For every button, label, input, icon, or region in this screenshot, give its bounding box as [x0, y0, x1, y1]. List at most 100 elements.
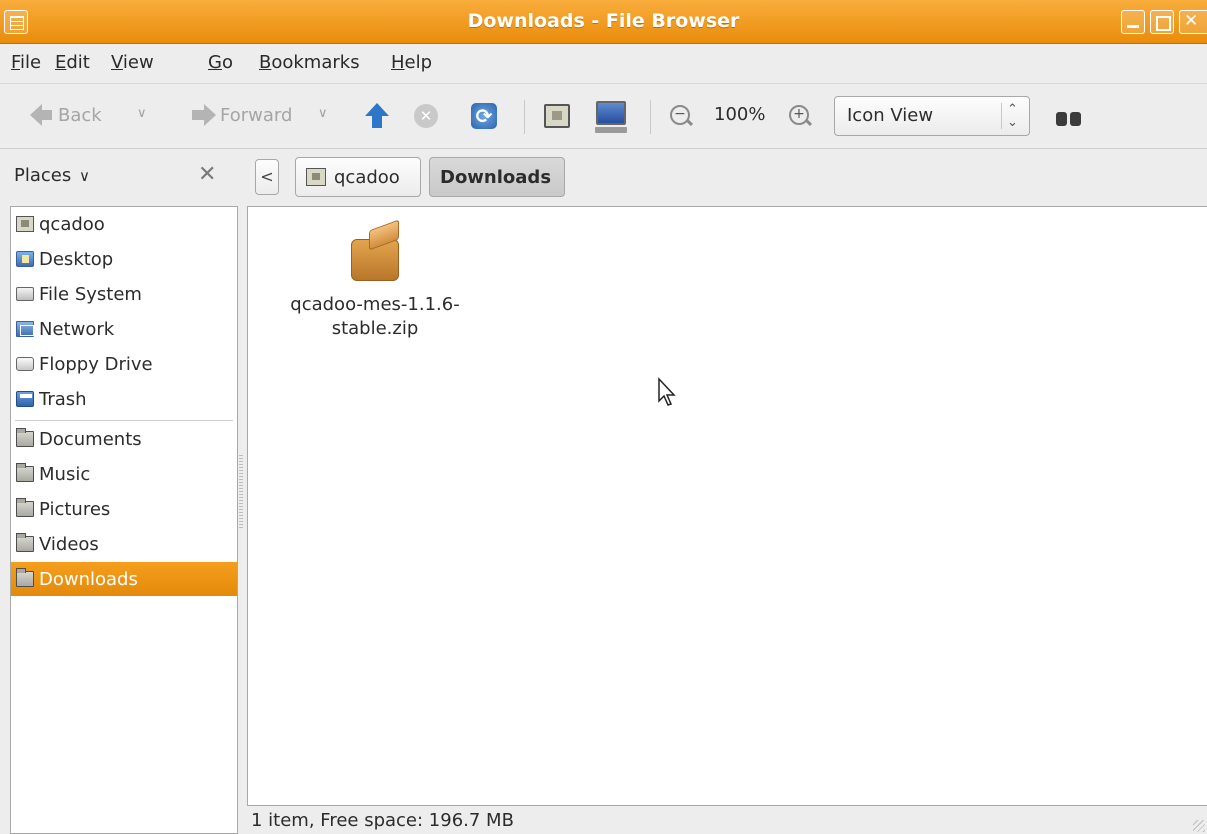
path-bar: < qcadoo Downloads	[247, 150, 1207, 206]
sidebar-item-label: Documents	[39, 428, 142, 450]
menu-file-mnemonic: F	[11, 52, 21, 73]
menu-help-rest: elp	[404, 52, 433, 73]
view-mode-label: Icon View	[847, 105, 934, 126]
back-arrow-icon	[30, 104, 52, 126]
path-segment-qcadoo[interactable]: qcadoo	[295, 157, 421, 197]
home-folder-icon	[16, 216, 34, 232]
menu-bookmarks-mnemonic: B	[259, 52, 272, 73]
title-bar[interactable]: Downloads - File Browser	[0, 0, 1207, 44]
chevron-down-icon: ∨	[78, 167, 90, 185]
file-name-line-2: stable.zip	[331, 318, 419, 339]
sidebar-item-label: Videos	[39, 533, 99, 555]
sidebar-item-trash[interactable]: Trash	[11, 382, 237, 416]
zoom-out-button[interactable]: −	[670, 105, 690, 125]
menu-bookmarks[interactable]: Bookmarks	[259, 52, 360, 73]
toolbar-separator	[524, 100, 525, 134]
menu-go[interactable]: Go	[208, 52, 233, 73]
folder-icon	[16, 428, 34, 447]
back-history-dropdown[interactable]: ∨	[137, 106, 147, 121]
maximize-icon[interactable]	[1150, 10, 1174, 34]
computer-button[interactable]	[595, 101, 627, 133]
sidebar-item-label: Pictures	[39, 498, 111, 520]
places-dropdown[interactable]: Places ∨	[14, 165, 90, 186]
menu-go-mnemonic: G	[208, 52, 222, 73]
file-view[interactable]: qcadoo-mes-1.1.6- stable.zip	[247, 206, 1207, 806]
drive-icon	[16, 287, 34, 301]
stop-icon: ✕	[414, 104, 438, 128]
sidebar-item-network[interactable]: Network	[11, 312, 237, 346]
sidebar-item-label: Floppy Drive	[39, 353, 153, 375]
floppy-icon	[16, 357, 34, 371]
menu-view-mnemonic: V	[111, 52, 123, 73]
sidebar-item-label: Downloads	[39, 568, 138, 590]
sidebar-item-label: Network	[39, 318, 115, 340]
menu-edit[interactable]: Edit	[55, 52, 90, 73]
sidebar-item-documents[interactable]: Documents	[11, 422, 237, 456]
minimize-icon[interactable]	[1121, 10, 1145, 34]
menu-file[interactable]: File	[11, 52, 41, 73]
sidebar-divider	[15, 420, 233, 421]
places-label: Places	[14, 165, 72, 186]
toolbar: Back ∨ Forward ∨ ✕ ⟳ − 100% + Icon View …	[0, 83, 1207, 149]
folder-icon	[16, 463, 34, 482]
select-arrows-icon: ⌃ ⌄	[1001, 103, 1023, 129]
network-icon	[16, 321, 34, 337]
menu-help[interactable]: Help	[391, 52, 432, 73]
back-button[interactable]: Back	[30, 104, 102, 126]
sidebar-item-label: Trash	[39, 388, 87, 410]
sidebar-item-pictures[interactable]: Pictures	[11, 492, 237, 526]
close-window-icon[interactable]	[1179, 10, 1207, 34]
menu-edit-rest: dit	[66, 52, 90, 73]
up-button[interactable]	[365, 103, 389, 129]
places-sidebar: qcadoo Desktop File System Network Flopp…	[10, 206, 238, 834]
resize-grip[interactable]	[1193, 820, 1205, 832]
zoom-in-button[interactable]: +	[789, 105, 809, 125]
stop-button[interactable]: ✕	[414, 104, 438, 128]
window-title: Downloads - File Browser	[467, 10, 740, 32]
home-button[interactable]	[544, 104, 570, 128]
path-segment-label: Downloads	[440, 166, 552, 188]
reload-button[interactable]: ⟳	[471, 103, 497, 129]
path-segment-downloads[interactable]: Downloads	[429, 157, 565, 197]
search-binoculars-icon[interactable]	[1054, 110, 1084, 128]
home-icon	[544, 104, 570, 128]
menu-help-mnemonic: H	[391, 52, 405, 73]
sidebar-item-floppy-drive[interactable]: Floppy Drive	[11, 347, 237, 381]
path-scroll-left-button[interactable]: <	[255, 159, 279, 195]
zoom-level[interactable]: 100%	[714, 104, 765, 125]
sidebar-item-qcadoo[interactable]: qcadoo	[11, 207, 237, 241]
sidebar-item-downloads[interactable]: Downloads	[11, 562, 237, 596]
view-mode-select[interactable]: Icon View ⌃ ⌄	[834, 96, 1030, 136]
up-arrow-icon	[365, 103, 389, 129]
file-browser-window: Downloads - File Browser File Edit View …	[0, 0, 1207, 834]
sidebar-item-label: Desktop	[39, 248, 114, 270]
mouse-cursor-icon	[658, 377, 676, 406]
chevron-down-icon: ∨	[137, 106, 147, 121]
forward-button[interactable]: Forward	[182, 104, 292, 126]
pane-resize-handle[interactable]	[239, 455, 243, 530]
places-header: Places ∨ ✕	[0, 150, 240, 206]
forward-label: Forward	[220, 104, 293, 126]
home-folder-icon	[306, 168, 326, 186]
close-sidebar-icon[interactable]: ✕	[198, 162, 216, 187]
folder-icon	[16, 568, 34, 587]
menu-edit-mnemonic: E	[55, 52, 67, 73]
reload-icon: ⟳	[471, 103, 497, 129]
menu-view[interactable]: View	[111, 52, 154, 73]
menu-file-rest: ile	[20, 52, 42, 73]
sidebar-item-label: qcadoo	[39, 213, 105, 235]
status-text: 1 item, Free space: 196.7 MB	[251, 810, 514, 831]
package-icon	[347, 219, 403, 285]
menu-bar: File Edit View Go Bookmarks Help	[0, 44, 1207, 83]
menu-bookmarks-rest: ookmarks	[271, 52, 360, 73]
sidebar-item-music[interactable]: Music	[11, 457, 237, 491]
sidebar-item-videos[interactable]: Videos	[11, 527, 237, 561]
file-name-line-1: qcadoo-mes-1.1.6-	[290, 294, 460, 315]
back-label: Back	[58, 104, 102, 126]
sidebar-item-file-system[interactable]: File System	[11, 277, 237, 311]
zoom-in-icon: +	[789, 105, 809, 125]
sidebar-item-desktop[interactable]: Desktop	[11, 242, 237, 276]
file-item[interactable]: qcadoo-mes-1.1.6- stable.zip	[270, 219, 480, 341]
zoom-level-label: 100%	[714, 104, 766, 125]
forward-history-dropdown[interactable]: ∨	[318, 106, 328, 121]
